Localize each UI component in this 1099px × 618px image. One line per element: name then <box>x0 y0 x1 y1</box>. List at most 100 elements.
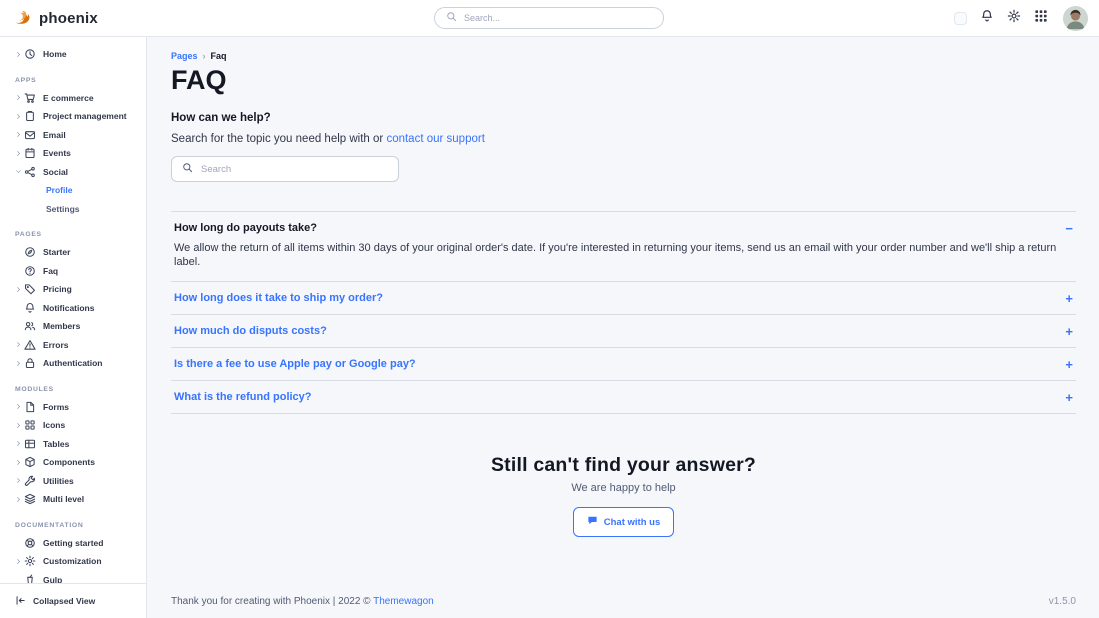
sidebar-item-label: Project management <box>43 111 127 121</box>
faq-question-text: How much do disputs costs? <box>174 325 327 337</box>
version-label: v1.5.0 <box>1049 596 1076 607</box>
sidebar-item-components[interactable]: Components <box>0 453 146 472</box>
caret-right-icon[interactable] <box>15 558 24 565</box>
cta-title: Still can't find your answer? <box>171 454 1076 477</box>
faq-question[interactable]: Is there a fee to use Apple pay or Googl… <box>171 348 1076 380</box>
sidebar-item-label: Events <box>43 148 71 158</box>
cart-icon <box>24 92 36 104</box>
caret-right-icon[interactable] <box>15 286 24 293</box>
sidebar-item-notifications[interactable]: Notifications <box>0 299 146 318</box>
faq-search-input[interactable] <box>201 164 388 175</box>
expand-icon[interactable]: + <box>1065 358 1073 371</box>
layers-icon <box>24 493 36 505</box>
sidebar-item-forms[interactable]: Forms <box>0 398 146 417</box>
file-icon <box>24 401 36 413</box>
sidebar-item-profile[interactable]: Profile <box>0 181 146 200</box>
sidebar-item-home[interactable]: Home <box>0 45 146 64</box>
sidebar-item-utilities[interactable]: Utilities <box>0 472 146 491</box>
avatar-image <box>1063 6 1088 31</box>
sidebar-item-icons[interactable]: Icons <box>0 416 146 435</box>
caret-right-icon[interactable] <box>15 94 24 101</box>
contact-support-link[interactable]: contact our support <box>386 133 484 145</box>
sidebar-item-label: Pricing <box>43 284 72 294</box>
sidebar-item-errors[interactable]: Errors <box>0 336 146 355</box>
sidebar-item-e-commerce[interactable]: E commerce <box>0 89 146 108</box>
faq-item: How long do payouts take?−We allow the r… <box>171 212 1076 282</box>
caret-right-icon[interactable] <box>15 150 24 157</box>
sidebar: Home APPS E commerce Project management Emai… <box>0 37 147 583</box>
main-content: Pages › Faq FAQ How can we help? Search … <box>147 37 1099 618</box>
tag-icon <box>24 283 36 295</box>
faq-question[interactable]: How long does it take to ship my order?+ <box>171 282 1076 314</box>
expand-icon[interactable]: + <box>1065 292 1073 305</box>
global-search[interactable] <box>434 7 664 29</box>
sidebar-item-multi-level[interactable]: Multi level <box>0 490 146 509</box>
gear-icon <box>24 555 36 567</box>
sidebar-section-apps: APPS <box>0 77 146 84</box>
sidebar-item-pricing[interactable]: Pricing <box>0 280 146 299</box>
envelope-icon <box>24 129 36 141</box>
avatar[interactable] <box>1063 6 1088 31</box>
expand-icon[interactable]: + <box>1065 325 1073 338</box>
faq-question[interactable]: How much do disputs costs? + <box>171 315 1076 347</box>
sidebar-item-label: Getting started <box>43 538 103 548</box>
gear-icon[interactable] <box>1007 9 1021 28</box>
caret-right-icon[interactable] <box>15 360 24 367</box>
caret-right-icon[interactable] <box>15 403 24 410</box>
faq-search[interactable] <box>171 156 399 182</box>
sidebar-item-members[interactable]: Members <box>0 317 146 336</box>
search-icon <box>182 160 193 178</box>
chat-with-us-button[interactable]: Chat with us <box>573 507 674 537</box>
faq-item: How much do disputs costs? + <box>171 315 1076 348</box>
themewagon-link[interactable]: Themewagon <box>373 596 434 607</box>
footer-text: Thank you for creating with Phoenix | 20… <box>171 596 373 607</box>
clipboard-icon <box>24 110 36 122</box>
sidebar-item-label: Gulp <box>43 575 62 583</box>
caret-right-icon[interactable] <box>15 477 24 484</box>
bell-icon[interactable] <box>980 9 994 28</box>
sidebar-item-tables[interactable]: Tables <box>0 435 146 454</box>
global-search-input[interactable] <box>464 13 652 23</box>
caret-right-icon[interactable] <box>15 440 24 447</box>
apps-grid-icon[interactable] <box>1034 9 1048 28</box>
breadcrumb-current: Faq <box>211 51 227 61</box>
chat-bubble-icon <box>587 515 598 529</box>
breadcrumb-pages-link[interactable]: Pages <box>171 51 198 61</box>
faq-question[interactable]: What is the refund policy?+ <box>171 381 1076 413</box>
cta-section: Still can't find your answer? We are hap… <box>171 454 1076 537</box>
caret-right-icon[interactable] <box>15 51 24 58</box>
brand-logo[interactable]: phoenix <box>13 0 98 36</box>
sidebar-item-starter[interactable]: Starter <box>0 243 146 262</box>
sidebar-item-email[interactable]: Email <box>0 126 146 145</box>
breadcrumb-separator: › <box>203 51 206 61</box>
caret-right-icon[interactable] <box>15 459 24 466</box>
footer-credits: Thank you for creating with Phoenix | 20… <box>171 596 434 607</box>
page-title: FAQ <box>171 65 1076 96</box>
sidebar-item-settings[interactable]: Settings <box>0 200 146 219</box>
share-icon <box>24 166 36 178</box>
sidebar-item-faq[interactable]: Faq <box>0 262 146 281</box>
caret-right-icon[interactable] <box>15 496 24 503</box>
collapse-sidebar-button[interactable]: Collapsed View <box>0 583 147 618</box>
sidebar-item-authentication[interactable]: Authentication <box>0 354 146 373</box>
sidebar-item-customization[interactable]: Customization <box>0 552 146 571</box>
sidebar-item-label: Starter <box>43 247 70 257</box>
sidebar-item-label: Profile <box>46 185 72 195</box>
sidebar-item-project-management[interactable]: Project management <box>0 107 146 126</box>
collapse-icon[interactable]: − <box>1065 222 1073 235</box>
caret-right-icon[interactable] <box>15 113 24 120</box>
sidebar-item-events[interactable]: Events <box>0 144 146 163</box>
caret-right-icon[interactable] <box>15 131 24 138</box>
table-icon <box>24 438 36 450</box>
sidebar-item-gulp[interactable]: Gulp <box>0 571 146 584</box>
sidebar-item-social[interactable]: Social <box>0 163 146 182</box>
expand-icon[interactable]: + <box>1065 391 1073 404</box>
caret-down-icon[interactable] <box>15 168 24 175</box>
faq-question[interactable]: How long do payouts take?− <box>171 212 1076 238</box>
caret-right-icon[interactable] <box>15 341 24 348</box>
bell-icon <box>24 302 36 314</box>
chat-button-label: Chat with us <box>604 517 660 528</box>
theme-toggle[interactable] <box>954 12 967 25</box>
caret-right-icon[interactable] <box>15 422 24 429</box>
sidebar-item-getting-started[interactable]: Getting started <box>0 534 146 553</box>
